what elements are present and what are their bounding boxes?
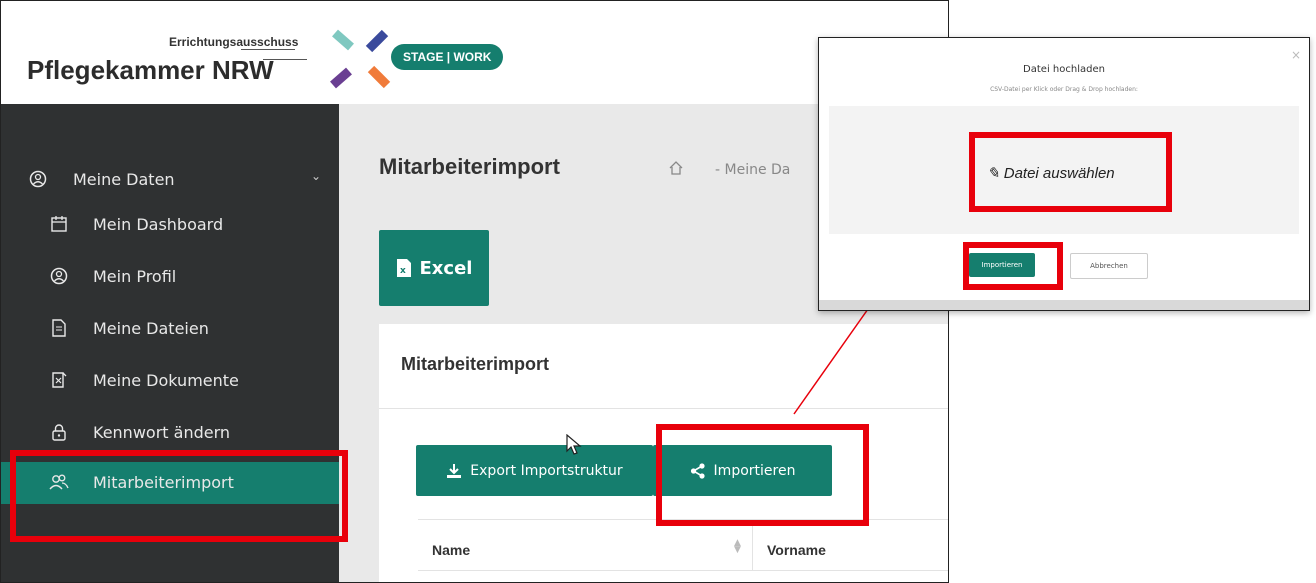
modal-backdrop-strip — [819, 300, 1309, 310]
modal-cancel-button[interactable]: Abbrechen — [1070, 253, 1148, 279]
modal-subtitle: CSV-Datei per Klick oder Drag & Drop hoc… — [990, 86, 1138, 93]
highlight-dropzone — [969, 132, 1172, 212]
modal-title: Datei hochladen — [1023, 64, 1105, 75]
close-icon[interactable]: × — [1291, 48, 1301, 62]
highlight-modal-import — [963, 242, 1063, 290]
